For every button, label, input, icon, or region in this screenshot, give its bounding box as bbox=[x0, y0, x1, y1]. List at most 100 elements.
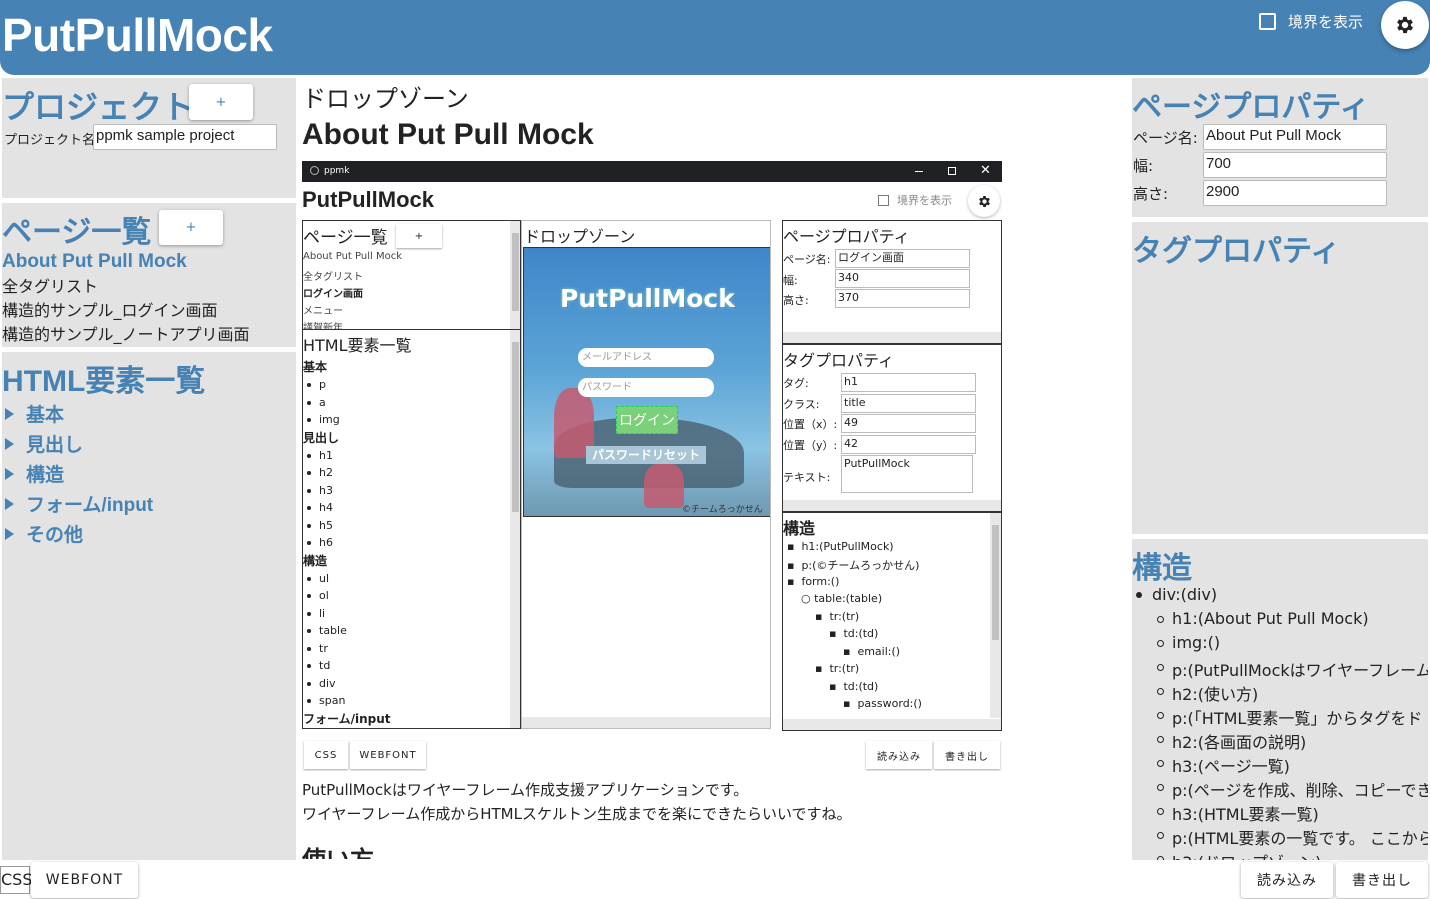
inner-pages-title: ページ一覧 bbox=[303, 228, 388, 248]
project-panel: プロジェクト + プロジェクト名: ppmk sample project bbox=[2, 78, 296, 198]
border-toggle[interactable]: 境界を表示 bbox=[1259, 10, 1363, 32]
inner-element-item: p bbox=[303, 376, 508, 394]
mock-reset-button: パスワードリセット bbox=[586, 446, 706, 464]
export-button[interactable]: 書き出し bbox=[1336, 862, 1428, 898]
inner-scrollbar bbox=[783, 500, 1001, 511]
inner-structure-line: ▪ tr:(tr) bbox=[815, 610, 860, 623]
inner-class-input: title bbox=[841, 394, 976, 413]
inner-element-item: h2 bbox=[303, 464, 508, 482]
structure-node[interactable]: img:() bbox=[1172, 633, 1220, 652]
expand-triangle-icon bbox=[5, 468, 14, 480]
structure-node[interactable]: p:(「HTML要素一覧」からタグをド bbox=[1172, 705, 1422, 729]
mock-credit: ©チームろっかせん bbox=[682, 505, 763, 515]
inner-element-item: h1 bbox=[303, 447, 508, 465]
load-button[interactable]: 読み込み bbox=[1241, 862, 1333, 898]
inner-structure-line: ▪ td:(td) bbox=[829, 627, 879, 640]
structure-node[interactable]: p:(HTML要素の一覧です。 ここから bbox=[1172, 825, 1428, 849]
intro-paragraph-2[interactable]: ワイヤーフレーム作成からHTMLスケルトン生成までを楽にできたらいいですね。 bbox=[302, 803, 852, 824]
inner-posy-input: 42 bbox=[841, 435, 976, 454]
group-other[interactable]: その他 bbox=[5, 520, 83, 547]
page-item-active[interactable]: About Put Pull Mock bbox=[2, 251, 187, 273]
inner-page-props-title: ページプロパティ bbox=[783, 227, 910, 246]
structure-node[interactable]: h3:(ページ一覧) bbox=[1172, 753, 1290, 777]
inner-elements-list: 基本 p a img 見出し h1 h2 h3 h4 h5 h6 構造 ul o… bbox=[303, 358, 508, 728]
inner-cat: 構造 bbox=[303, 553, 328, 568]
gear-icon bbox=[978, 195, 990, 207]
inner-class-label: クラス: bbox=[783, 398, 820, 411]
page-list: 全タグリスト 構造的サンプル_ログイン画面 構造的サンプル_ノートアプリ画面 bbox=[2, 275, 292, 347]
css-button[interactable]: CSS bbox=[0, 866, 32, 894]
bullet bbox=[1157, 808, 1164, 815]
add-project-button[interactable]: + bbox=[189, 84, 253, 120]
inner-element-item: td bbox=[303, 657, 508, 675]
bullet bbox=[1136, 592, 1142, 598]
close-icon: ✕ bbox=[980, 163, 991, 178]
structure-node[interactable]: p:(PutPullMockはワイヤーフレーム作 bbox=[1172, 657, 1428, 681]
inner-tag-props: タグプロパティ タグ: h1 クラス: title 位置（x）: 49 位置（y… bbox=[782, 344, 1002, 512]
structure-panel: 構造 div:(div) h1:(About Put Pull Mock) img… bbox=[1132, 539, 1428, 860]
usage-heading-clip: 使い方 bbox=[302, 846, 602, 859]
bullet bbox=[1157, 640, 1164, 647]
inner-pages-panel: ページ一覧 + About Put Pull Mock 全タグリスト ログイン画… bbox=[302, 220, 521, 330]
structure-node[interactable]: p:(ページを作成、削除、コピーでき bbox=[1172, 777, 1428, 801]
add-page-button[interactable]: + bbox=[159, 210, 223, 245]
structure-node[interactable]: h1:(About Put Pull Mock) bbox=[1172, 609, 1369, 628]
bullet bbox=[1157, 664, 1164, 671]
page-item[interactable]: 構造的サンプル_ノートアプリ画面 bbox=[2, 323, 292, 347]
inner-cat: 基本 bbox=[303, 360, 328, 374]
inner-element-item: ul bbox=[303, 570, 508, 588]
page-width-input[interactable]: 700 bbox=[1203, 152, 1387, 178]
inner-structure-line: ▪ password:() bbox=[843, 697, 922, 710]
group-structure[interactable]: 構造 bbox=[5, 460, 64, 487]
inner-structure-line: ▪ email:() bbox=[843, 645, 901, 658]
app-header: PutPullMock 境界を表示 bbox=[0, 0, 1430, 75]
inner-text-label: テキスト: bbox=[783, 471, 831, 484]
structure-node[interactable]: h2:(使い方) bbox=[1172, 681, 1258, 705]
inner-tag-props-title: タグプロパティ bbox=[783, 351, 895, 370]
group-basic[interactable]: 基本 bbox=[5, 400, 64, 427]
project-name-input[interactable]: ppmk sample project bbox=[93, 124, 277, 150]
inner-height-input: 370 bbox=[835, 289, 970, 308]
dropzone-title: ドロップゾーン bbox=[302, 85, 469, 113]
structure-root[interactable]: div:(div) bbox=[1152, 585, 1217, 604]
inner-elements-panel: HTML要素一覧 基本 p a img 見出し h1 h2 h3 h4 h5 h… bbox=[302, 329, 521, 729]
bullet bbox=[1157, 784, 1164, 791]
webfont-button[interactable]: WEBFONT bbox=[31, 862, 138, 898]
expand-triangle-icon bbox=[5, 408, 14, 420]
structure-node[interactable]: h2:(各画面の説明) bbox=[1172, 729, 1306, 753]
inner-checkbox bbox=[878, 194, 889, 206]
inner-posx-label: 位置（x）: bbox=[783, 418, 838, 431]
screenshot-image[interactable]: ppmk ✕ PutPullMock 境界を表示 ページ一覧 + About P… bbox=[302, 161, 1002, 771]
inner-structure: 構造 ▪ h1:(PutPullMock) ▪ p:(©チームろっかせん) ▪ … bbox=[782, 512, 1002, 731]
page-props-panel: ページプロパティ ページ名: About Put Pull Mock 幅: 70… bbox=[1132, 78, 1428, 217]
mock-image: PutPullMock メールアドレス パスワード ログイン パスワードリセット… bbox=[523, 247, 770, 517]
tag-props-title: タグプロパティ bbox=[1132, 235, 1341, 268]
page-height-input[interactable]: 2900 bbox=[1203, 180, 1387, 206]
inner-tag-label: タグ: bbox=[783, 377, 809, 390]
group-form[interactable]: フォーム/input bbox=[5, 490, 153, 517]
inner-element-item: h4 bbox=[303, 499, 508, 517]
settings-button[interactable] bbox=[1381, 1, 1429, 49]
inner-elements-title: HTML要素一覧 bbox=[303, 336, 412, 355]
inner-element-item: ol bbox=[303, 587, 508, 605]
inner-page-name-input: ログイン画面 bbox=[835, 249, 970, 268]
inner-text-area: PutPullMock bbox=[841, 455, 973, 493]
page-heading[interactable]: About Put Pull Mock bbox=[302, 118, 594, 152]
page-width-label: 幅: bbox=[1133, 157, 1154, 175]
border-checkbox[interactable] bbox=[1259, 12, 1276, 30]
inner-page-item: ログイン画面 bbox=[303, 289, 363, 300]
intro-paragraph-1[interactable]: PutPullMockはワイヤーフレーム作成支援アプリケーションです。 bbox=[302, 779, 748, 800]
structure-node[interactable]: h3:(HTML要素一覧) bbox=[1172, 801, 1319, 825]
group-headings[interactable]: 見出し bbox=[5, 430, 83, 457]
mock-email-input: メールアドレス bbox=[578, 348, 714, 367]
inner-element-item: h5 bbox=[303, 517, 508, 535]
minimize-icon bbox=[915, 171, 923, 172]
page-name-input[interactable]: About Put Pull Mock bbox=[1203, 124, 1387, 150]
pages-title: ページ一覧 bbox=[2, 216, 152, 249]
page-item[interactable]: 構造的サンプル_ログイン画面 bbox=[2, 299, 292, 323]
page-name-label: ページ名: bbox=[1133, 129, 1198, 147]
usage-heading[interactable]: 使い方 bbox=[302, 846, 602, 859]
page-item[interactable]: 全タグリスト bbox=[2, 275, 292, 299]
structure-node[interactable]: h3:(ドロップゾーン) bbox=[1172, 849, 1321, 860]
inner-page-name-label: ページ名: bbox=[783, 253, 831, 266]
